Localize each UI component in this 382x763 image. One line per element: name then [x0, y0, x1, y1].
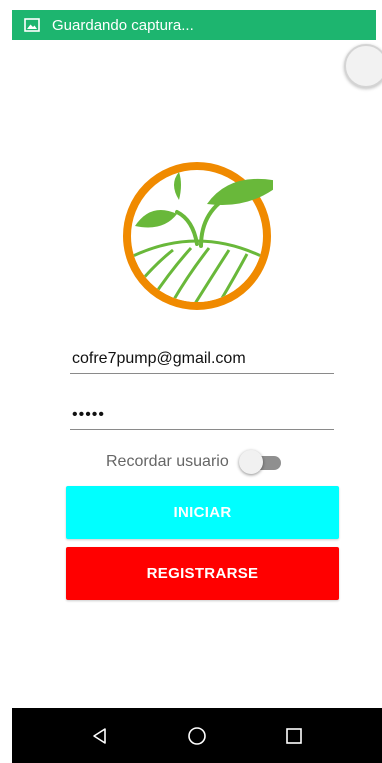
email-field[interactable] — [70, 344, 334, 374]
toggle-thumb — [238, 450, 263, 474]
login-button[interactable]: INICIAR — [66, 486, 339, 539]
password-field[interactable] — [70, 400, 334, 430]
image-icon — [24, 17, 40, 33]
remember-row: Recordar usuario — [106, 448, 283, 476]
sprout-logo-icon — [121, 160, 273, 312]
remember-toggle[interactable] — [238, 448, 283, 476]
register-button[interactable]: REGISTRARSE — [66, 547, 339, 600]
status-text: Guardando captura... — [52, 16, 194, 34]
back-triangle-icon[interactable] — [88, 724, 112, 748]
floating-bubble[interactable] — [344, 44, 382, 88]
remember-label: Recordar usuario — [106, 453, 229, 470]
status-bar: Guardando captura... — [12, 10, 376, 40]
home-circle-icon[interactable] — [185, 724, 209, 748]
recents-square-icon[interactable] — [282, 724, 306, 748]
navigation-bar — [12, 708, 382, 763]
